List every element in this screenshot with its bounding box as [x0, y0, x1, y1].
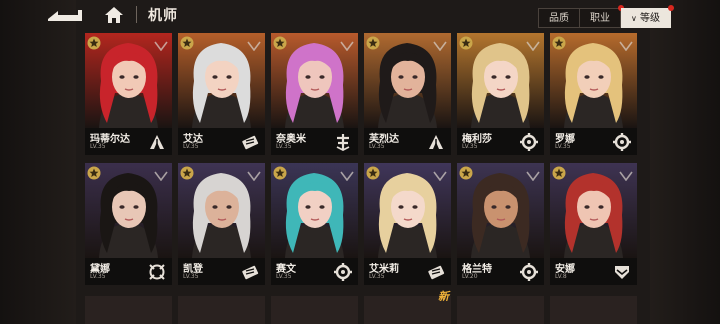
pilot-card[interactable]: 奈奥米 LV.35 [271, 33, 358, 155]
engineer-icon [333, 262, 353, 282]
sort-level-label: 等级 [640, 13, 661, 24]
pilot-info-bar: 赛文 LV.35 [271, 258, 358, 285]
sniper-icon [147, 132, 167, 152]
sort-quality-label: 品质 [549, 13, 569, 24]
pilot-card-peek[interactable] [457, 296, 544, 324]
assault-icon [240, 132, 260, 152]
sort-class-label: 职业 [590, 13, 610, 24]
pilot-info-bar: 凯登 LV.35 [178, 258, 265, 285]
star-rank-icon [552, 35, 566, 50]
star-rank-icon [552, 165, 566, 180]
header-divider [136, 6, 137, 23]
faction-mark-icon [340, 36, 354, 52]
faction-mark-icon [619, 36, 633, 52]
pilot-card[interactable]: 安娜 LV.8 [550, 163, 637, 285]
pilot-info-bar: 罗娜 LV.35 [550, 128, 637, 155]
pilot-level: LV.35 [276, 273, 292, 280]
pilot-level: LV.35 [90, 143, 106, 150]
target-icon [147, 262, 167, 282]
pilot-level: LV.8 [555, 273, 567, 280]
sniper-icon [426, 132, 446, 152]
chevron-down-icon: ∨ [631, 14, 637, 23]
sort-quality-button[interactable]: 品质 [538, 8, 580, 28]
star-rank-icon [180, 165, 194, 180]
sort-group: 品质 职业 ∨ 等级 [538, 5, 675, 28]
faction-mark-icon [433, 36, 447, 52]
pilot-info-bar: 格兰特 LV.20 [457, 258, 544, 285]
pilot-card[interactable]: 艾达 LV.35 [178, 33, 265, 155]
background-left [0, 0, 76, 324]
pilot-card-peek[interactable] [550, 296, 637, 324]
faction-mark-icon [154, 36, 168, 52]
faction-mark-icon [247, 166, 261, 182]
faction-mark-icon [340, 166, 354, 182]
pilot-level: LV.35 [555, 143, 571, 150]
pilot-level: LV.20 [462, 273, 478, 280]
pilot-level: LV.35 [369, 143, 385, 150]
page-title: 机师 [148, 8, 178, 24]
top-bar: 机师 品质 职业 ∨ 等级 [0, 0, 720, 30]
faction-mark-icon [247, 36, 261, 52]
pilot-card[interactable]: 梅利莎 LV.35 [457, 33, 544, 155]
star-rank-icon [366, 165, 380, 180]
pilot-level: LV.35 [276, 143, 292, 150]
back-button[interactable] [44, 6, 84, 24]
background-right [650, 0, 720, 324]
star-rank-icon [459, 35, 473, 50]
star-rank-icon [459, 165, 473, 180]
pilot-card[interactable]: 艾米莉 LV.35 [364, 163, 451, 285]
assault-icon [240, 262, 260, 282]
pilot-card[interactable]: 玛蒂尔达 LV.35 [85, 33, 172, 155]
star-rank-icon [87, 35, 101, 50]
tank-icon [612, 262, 632, 282]
home-icon [105, 7, 123, 23]
support-icon [333, 132, 353, 152]
star-rank-icon [87, 165, 101, 180]
pilot-card-peek[interactable] [85, 296, 172, 324]
pilot-card[interactable]: 赛文 LV.35 [271, 163, 358, 285]
pilot-info-bar: 安娜 LV.8 [550, 258, 637, 285]
pilot-level: LV.35 [90, 273, 106, 280]
pilot-card[interactable]: 凯登 LV.35 [178, 163, 265, 285]
faction-mark-icon [526, 166, 540, 182]
faction-mark-icon [526, 36, 540, 52]
engineer-icon [612, 132, 632, 152]
pilot-info-bar: 梅利莎 LV.35 [457, 128, 544, 155]
new-badge: 新 [438, 290, 449, 303]
star-rank-icon [273, 35, 287, 50]
pilot-level: LV.35 [462, 143, 478, 150]
pilot-grid-next-row [85, 296, 640, 324]
pilot-level: LV.35 [369, 273, 385, 280]
sort-level-button[interactable]: ∨ 等级 [621, 5, 675, 28]
pilot-card[interactable]: 格兰特 LV.20 [457, 163, 544, 285]
pilot-card[interactable]: 罗娜 LV.35 [550, 33, 637, 155]
sort-class-button[interactable]: 职业 [580, 5, 624, 28]
pilot-info-bar: 黛娜 LV.35 [85, 258, 172, 285]
engineer-icon [519, 132, 539, 152]
pilot-info-bar: 艾达 LV.35 [178, 128, 265, 155]
star-rank-icon [180, 35, 194, 50]
pilot-card[interactable]: 芙烈达 LV.35 [364, 33, 451, 155]
pilot-info-bar: 玛蒂尔达 LV.35 [85, 128, 172, 155]
pilot-level: LV.35 [183, 143, 199, 150]
pilot-info-bar: 艾米莉 LV.35 [364, 258, 451, 285]
pilot-card-peek[interactable] [271, 296, 358, 324]
pilot-card[interactable]: 黛娜 LV.35 [85, 163, 172, 285]
pilot-info-bar: 芙烈达 LV.35 [364, 128, 451, 155]
faction-mark-icon [433, 166, 447, 182]
engineer-icon [519, 262, 539, 282]
pilot-card-peek[interactable] [178, 296, 265, 324]
faction-mark-icon [619, 166, 633, 182]
pilot-info-bar: 奈奥米 LV.35 [271, 128, 358, 155]
back-arrow-icon [48, 10, 82, 21]
faction-mark-icon [154, 166, 168, 182]
star-rank-icon [366, 35, 380, 50]
assault-icon [426, 262, 446, 282]
home-button[interactable] [104, 5, 124, 25]
pilot-level: LV.35 [183, 273, 199, 280]
star-rank-icon [273, 165, 287, 180]
notification-dot [668, 5, 675, 11]
